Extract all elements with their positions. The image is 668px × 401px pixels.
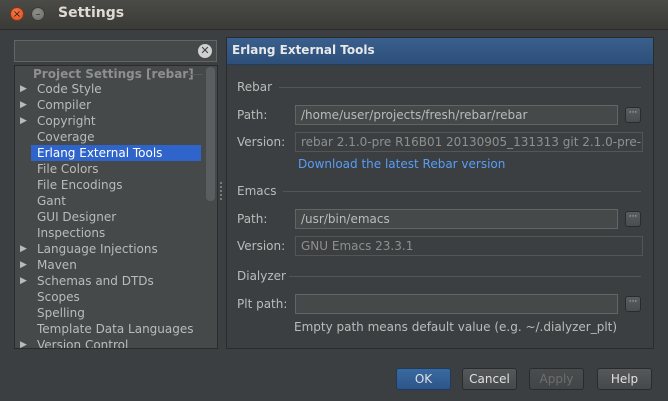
expand-arrow-icon[interactable]: ▶: [20, 113, 27, 129]
plt-path-hint: Empty path means default value (e.g. ~/.…: [294, 320, 618, 334]
rebar-path-label: Path:: [237, 108, 268, 122]
tree-item-label: Code Style: [37, 82, 102, 96]
tree-item-schemas-and-dtds[interactable]: ▶ Schemas and DTDs: [15, 273, 201, 289]
plt-browse-button[interactable]: ···: [625, 296, 641, 312]
tree-item-code-style[interactable]: ▶ Code Style: [15, 81, 201, 97]
tree-item-label: File Encodings: [37, 178, 123, 192]
tree-item-label: Copyright: [37, 114, 96, 128]
cancel-button[interactable]: Cancel: [462, 368, 517, 390]
tree-item-copyright[interactable]: ▶ Copyright: [15, 113, 201, 129]
tree-item-erlang-external-tools[interactable]: Erlang External Tools: [31, 145, 201, 161]
rebar-browse-button[interactable]: ···: [625, 107, 641, 123]
window-close-button[interactable]: ×: [10, 7, 24, 21]
expand-arrow-icon[interactable]: ▶: [20, 241, 27, 257]
tree-scrollbar[interactable]: [206, 67, 215, 201]
tree-item-label: File Colors: [37, 162, 99, 176]
ok-button[interactable]: OK: [396, 368, 451, 390]
rebar-section-title: Rebar: [237, 80, 273, 94]
dialyzer-section-title: Dialyzer: [237, 269, 286, 283]
tree-group-project-settings: Project Settings [rebar]: [33, 67, 194, 81]
tree-group-divider: [187, 74, 203, 75]
tree-item-label: Maven: [37, 258, 77, 272]
tree-item-label: Schemas and DTDs: [37, 274, 154, 288]
expand-arrow-icon[interactable]: ▶: [20, 273, 27, 289]
expand-arrow-icon[interactable]: ▶: [20, 337, 27, 348]
tree-item-file-encodings[interactable]: File Encodings: [15, 177, 201, 193]
tree-item-gui-designer[interactable]: GUI Designer: [15, 209, 201, 225]
rebar-section-divider: [279, 87, 641, 88]
tree-item-template-data-languages[interactable]: Template Data Languages: [15, 321, 201, 337]
settings-panel: Erlang External Tools Rebar Path: /home/…: [226, 37, 654, 349]
apply-button[interactable]: Apply: [529, 368, 584, 390]
tree-item-gant[interactable]: Gant: [15, 193, 201, 209]
emacs-browse-button[interactable]: ···: [625, 211, 641, 227]
tree-item-label: Erlang External Tools: [37, 146, 163, 160]
emacs-section-divider: [283, 191, 641, 192]
tree-item-label: Spelling: [37, 306, 85, 320]
emacs-section-title: Emacs: [237, 184, 277, 198]
plt-path-field[interactable]: [295, 294, 618, 314]
emacs-version-field: GNU Emacs 23.3.1: [295, 236, 643, 256]
window-title: Settings: [58, 5, 125, 21]
tree-item-label: Gant: [37, 194, 66, 208]
plt-path-label: Plt path:: [237, 297, 288, 311]
panel-header: Erlang External Tools: [227, 38, 653, 65]
window-minimize-button[interactable]: –: [31, 7, 45, 21]
tree-item-label: Scopes: [37, 290, 80, 304]
tree-item-scopes[interactable]: Scopes: [15, 289, 201, 305]
emacs-path-field[interactable]: /usr/bin/emacs: [295, 209, 618, 229]
dialyzer-section-divider: [289, 276, 641, 277]
rebar-path-field[interactable]: /home/user/projects/fresh/rebar/rebar: [295, 105, 618, 125]
tree-item-language-injections[interactable]: ▶ Language Injections: [15, 241, 201, 257]
expand-arrow-icon[interactable]: ▶: [20, 81, 27, 97]
tree-item-coverage[interactable]: Coverage: [15, 129, 201, 145]
tree-item-inspections[interactable]: Inspections: [15, 225, 201, 241]
tree-item-spelling[interactable]: Spelling: [15, 305, 201, 321]
rebar-version-field: rebar 2.1.0-pre R16B01 20130905_131313 g…: [295, 132, 643, 152]
tree-item-label: GUI Designer: [37, 210, 117, 224]
download-rebar-link[interactable]: Download the latest Rebar version: [298, 157, 505, 171]
rebar-version-label: Version:: [237, 135, 286, 149]
tree-item-version-control[interactable]: ▶ Version Control: [15, 337, 201, 349]
title-bar: × – Settings: [0, 0, 668, 30]
tree-item-label: Inspections: [37, 226, 106, 240]
help-button[interactable]: Help: [597, 368, 652, 390]
expand-arrow-icon[interactable]: ▶: [20, 97, 27, 113]
tree-item-label: Version Control: [37, 338, 129, 349]
splitter-handle[interactable]: [220, 182, 223, 202]
expand-arrow-icon[interactable]: ▶: [20, 257, 27, 273]
tree-item-label: Coverage: [37, 130, 95, 144]
tree-item-maven[interactable]: ▶ Maven: [15, 257, 201, 273]
tree-item-label: Template Data Languages: [37, 322, 194, 336]
emacs-version-label: Version:: [237, 239, 286, 253]
panel-title: Erlang External Tools: [232, 43, 375, 57]
tree-item-label: Compiler: [37, 98, 92, 112]
tree-item-file-colors[interactable]: File Colors: [15, 161, 201, 177]
settings-search-input[interactable]: ✕: [14, 40, 217, 62]
emacs-path-label: Path:: [237, 212, 268, 226]
settings-tree[interactable]: Project Settings [rebar] ▶ Code Style ▶ Com…: [14, 65, 218, 349]
tree-item-compiler[interactable]: ▶ Compiler: [15, 97, 201, 113]
tree-item-label: Language Injections: [37, 242, 158, 256]
clear-search-icon[interactable]: ✕: [198, 44, 212, 58]
